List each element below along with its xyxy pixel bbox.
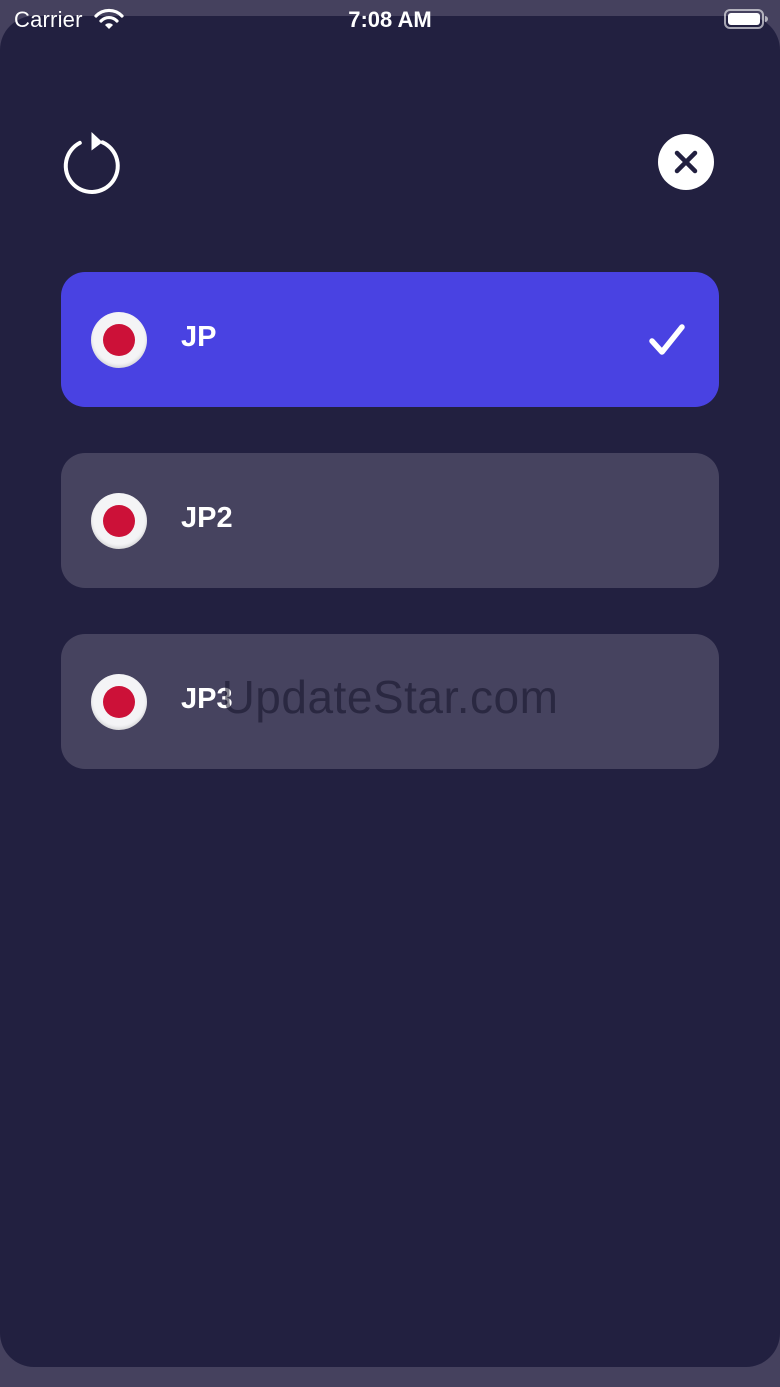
server-name: JP3 xyxy=(181,683,233,715)
server-item-jp2[interactable]: JP2 xyxy=(61,453,719,588)
clock: 7:08 AM xyxy=(348,7,432,32)
close-button[interactable] xyxy=(658,134,714,190)
server-list: JP JP2 JP3 xyxy=(61,272,719,815)
server-name: JP xyxy=(181,321,217,353)
refresh-button[interactable] xyxy=(58,124,130,200)
refresh-icon xyxy=(63,132,120,194)
close-icon xyxy=(674,150,698,174)
server-sheet: JP JP2 JP3 xyxy=(0,16,780,1367)
battery-icon xyxy=(724,9,768,29)
status-bar: Carrier 7:08 AM xyxy=(0,0,780,40)
server-name: JP2 xyxy=(181,502,233,534)
server-item-jp3[interactable]: JP3 xyxy=(61,634,719,769)
server-item-jp[interactable]: JP xyxy=(61,272,719,407)
checkmark-icon xyxy=(649,324,685,355)
japan-flag-icon xyxy=(91,674,147,730)
screen: JP JP2 JP3 UpdateStar.com Carrier 7:08 A… xyxy=(0,0,780,1387)
japan-flag-icon xyxy=(91,493,147,549)
japan-flag-icon xyxy=(91,312,147,368)
